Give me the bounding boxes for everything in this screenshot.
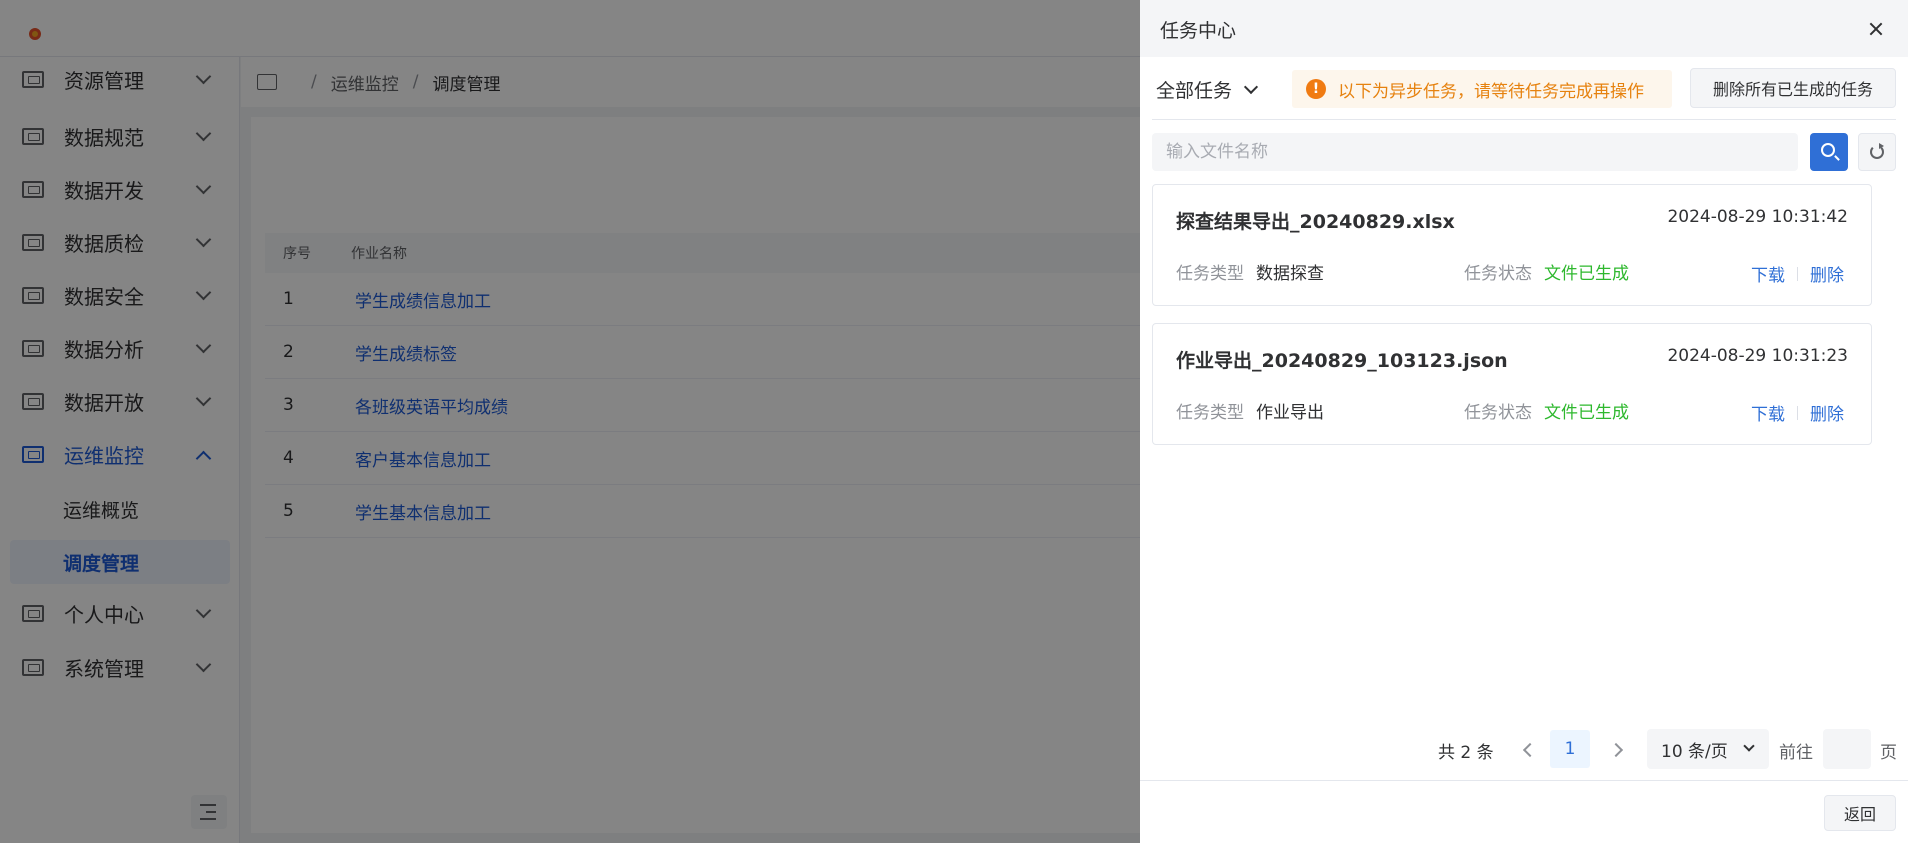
chevron-down-icon	[1743, 740, 1755, 752]
task-type-value: 数据探查	[1256, 264, 1324, 284]
task-card: 作业导出_20240829_103123.json 2024-08-29 10:…	[1152, 323, 1872, 445]
task-status: 任务状态 文件已生成	[1464, 398, 1629, 423]
task-type-select[interactable]: 全部任务	[1156, 76, 1259, 103]
download-link[interactable]: 下载	[1751, 400, 1785, 425]
search-button[interactable]	[1810, 133, 1848, 171]
goto-page-input[interactable]	[1823, 729, 1871, 769]
back-button[interactable]: 返回	[1824, 795, 1896, 831]
chevron-left-icon[interactable]	[1515, 738, 1539, 762]
delete-link[interactable]: 删除	[1810, 261, 1844, 286]
task-actions: 下载 删除	[1751, 261, 1844, 286]
task-type: 任务类型 数据探查	[1176, 259, 1324, 284]
refresh-icon	[1870, 143, 1884, 159]
drawer-title: 任务中心	[1160, 20, 1237, 42]
task-status-label: 任务状态	[1464, 403, 1532, 423]
task-actions: 下载 删除	[1751, 400, 1844, 425]
task-type-label: 任务类型	[1176, 403, 1244, 423]
drawer-header: 任务中心	[1140, 0, 1908, 57]
search-row	[1152, 133, 1896, 171]
task-card: 探查结果导出_20240829.xlsx 2024-08-29 10:31:42…	[1152, 184, 1872, 306]
pagination: 共 2 条 1 10 条/页 前往 页	[1140, 728, 1908, 769]
task-type-label: 任务类型	[1176, 264, 1244, 284]
task-time: 2024-08-29 10:31:23	[1667, 346, 1848, 366]
download-link[interactable]: 下载	[1751, 261, 1785, 286]
refresh-button[interactable]	[1858, 133, 1896, 171]
task-status-value: 文件已生成	[1544, 264, 1629, 284]
task-center-drawer: 任务中心 全部任务 ! 以下为异步任务，请等待任务完成再操作 删除所有已生成的任…	[1140, 0, 1908, 843]
alert-text: 以下为异步任务，请等待任务完成再操作	[1338, 81, 1644, 102]
page-number-button[interactable]: 1	[1550, 730, 1590, 768]
task-status: 任务状态 文件已生成	[1464, 259, 1629, 284]
task-file-name: 探查结果导出_20240829.xlsx	[1176, 211, 1455, 233]
task-type-value: 作业导出	[1256, 403, 1324, 423]
close-icon[interactable]	[1867, 20, 1885, 38]
divider	[1797, 405, 1798, 420]
async-alert: ! 以下为异步任务，请等待任务完成再操作	[1292, 70, 1672, 108]
chevron-down-icon	[1243, 79, 1259, 94]
drawer-footer: 返回	[1140, 780, 1908, 843]
task-type: 任务类型 作业导出	[1176, 398, 1324, 423]
task-type-select-value: 全部任务	[1156, 80, 1233, 102]
page-size-select[interactable]: 10 条/页	[1647, 729, 1769, 769]
goto-suffix: 页	[1880, 743, 1897, 763]
file-name-search-input[interactable]	[1152, 133, 1798, 171]
task-file-name: 作业导出_20240829_103123.json	[1176, 350, 1508, 372]
pagination-total: 共 2 条	[1438, 743, 1494, 763]
search-icon	[1821, 143, 1835, 157]
task-status-label: 任务状态	[1464, 264, 1532, 284]
delete-all-generated-button[interactable]: 删除所有已生成的任务	[1690, 68, 1896, 108]
divider	[1797, 266, 1798, 281]
goto-label: 前往	[1779, 743, 1813, 763]
task-status-value: 文件已生成	[1544, 403, 1629, 423]
delete-link[interactable]: 删除	[1810, 400, 1844, 425]
task-time: 2024-08-29 10:31:42	[1667, 207, 1848, 227]
warning-icon: !	[1306, 79, 1326, 99]
page-size-value: 10 条/页	[1661, 741, 1728, 762]
filter-row: 全部任务 ! 以下为异步任务，请等待任务完成再操作 删除所有已生成的任务	[1152, 64, 1896, 120]
chevron-right-icon[interactable]	[1606, 738, 1630, 762]
